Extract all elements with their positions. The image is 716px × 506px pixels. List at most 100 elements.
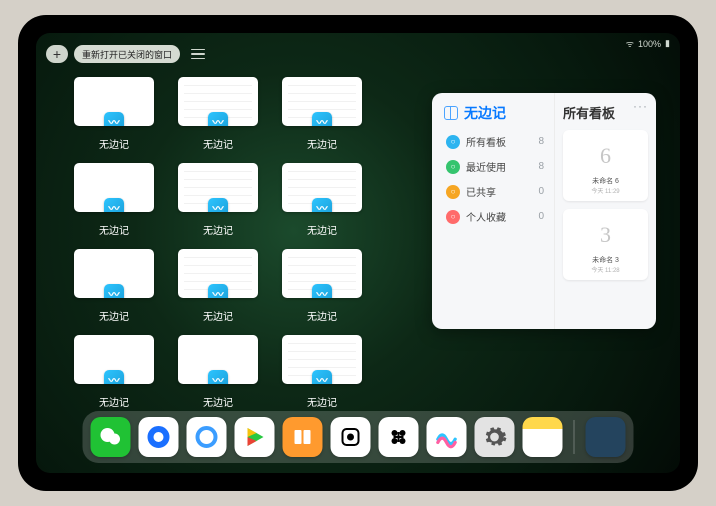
window-tile[interactable]: 〰无边记 bbox=[176, 163, 260, 237]
window-tile[interactable]: 〰无边记 bbox=[72, 77, 156, 151]
sidebar-item[interactable]: ○ 最近使用 8 bbox=[444, 154, 546, 179]
window-thumbnail: 〰 bbox=[178, 163, 258, 212]
freeform-app-badge-icon: 〰 bbox=[104, 198, 124, 212]
category-icon: ○ bbox=[446, 185, 460, 199]
freeform-app-badge-icon: 〰 bbox=[208, 370, 228, 384]
window-thumbnail: 〰 bbox=[178, 249, 258, 298]
window-tile[interactable]: 〰无边记 bbox=[280, 335, 364, 409]
reopen-label: 重新打开已关闭的窗口 bbox=[82, 48, 172, 61]
tencent-video-icon[interactable] bbox=[187, 417, 227, 457]
window-thumbnail: 〰 bbox=[74, 335, 154, 384]
window-thumbnail: 〰 bbox=[282, 335, 362, 384]
sidebar-item[interactable]: ○ 个人收藏 0 bbox=[444, 204, 546, 229]
window-tile[interactable]: 〰无边记 bbox=[280, 249, 364, 323]
window-thumbnail: 〰 bbox=[282, 163, 362, 212]
ipad-device-frame: ᯤ 100% ▮ + 重新打开已关闭的窗口 〰无边记〰无边记〰无边记〰无边记〰无… bbox=[18, 15, 698, 491]
window-tile[interactable]: 〰无边记 bbox=[72, 335, 156, 409]
connect-icon[interactable] bbox=[379, 417, 419, 457]
freeform-icon[interactable] bbox=[427, 417, 467, 457]
battery-percent: 100% bbox=[638, 39, 661, 49]
new-window-button[interactable]: + bbox=[46, 45, 68, 63]
wifi-icon: ᯤ bbox=[626, 37, 634, 50]
window-label: 无边记 bbox=[307, 222, 337, 237]
sidebar-item[interactable]: ○ 已共享 0 bbox=[444, 179, 546, 204]
freeform-app-badge-icon: 〰 bbox=[104, 370, 124, 384]
freeform-board-list: 所有看板 6未命名 6今天 11:293未命名 3今天 11:28 bbox=[555, 93, 656, 329]
freeform-app-badge-icon: 〰 bbox=[208, 284, 228, 298]
window-tile[interactable]: 〰无边记 bbox=[280, 163, 364, 237]
window-thumbnail: 〰 bbox=[178, 77, 258, 126]
board-meta: 未命名 3今天 11:28 bbox=[591, 255, 619, 274]
window-label: 无边记 bbox=[99, 222, 129, 237]
freeform-app-badge-icon: 〰 bbox=[312, 198, 332, 212]
notes-icon[interactable] bbox=[523, 417, 563, 457]
freeform-app-badge-icon: 〰 bbox=[208, 198, 228, 212]
window-tile[interactable]: 〰无边记 bbox=[176, 335, 260, 409]
window-tile[interactable]: 〰无边记 bbox=[72, 163, 156, 237]
quark-browser-icon[interactable] bbox=[139, 417, 179, 457]
window-tile[interactable]: 〰无边记 bbox=[280, 77, 364, 151]
freeform-app-badge-icon: 〰 bbox=[312, 370, 332, 384]
wechat-icon[interactable] bbox=[91, 417, 131, 457]
window-label: 无边记 bbox=[99, 394, 129, 409]
dice-icon[interactable] bbox=[331, 417, 371, 457]
app-switcher-grid: 〰无边记〰无边记〰无边记〰无边记〰无边记〰无边记〰无边记〰无边记〰无边记〰无边记… bbox=[72, 77, 364, 409]
window-label: 无边记 bbox=[203, 308, 233, 323]
freeform-app-badge-icon: 〰 bbox=[104, 284, 124, 298]
settings-icon[interactable] bbox=[475, 417, 515, 457]
sidebar-item-count: 0 bbox=[538, 186, 544, 197]
books-icon[interactable] bbox=[283, 417, 323, 457]
window-label: 无边记 bbox=[203, 222, 233, 237]
freeform-app-badge-icon: 〰 bbox=[208, 112, 228, 126]
menu-icon[interactable] bbox=[188, 46, 208, 62]
window-thumbnail: 〰 bbox=[282, 77, 362, 126]
window-label: 无边记 bbox=[307, 394, 337, 409]
sidebar-item-label: 最近使用 bbox=[466, 159, 506, 174]
play-store-icon[interactable] bbox=[235, 417, 275, 457]
sidebar-item-count: 8 bbox=[538, 161, 544, 172]
category-icon: ○ bbox=[446, 210, 460, 224]
window-thumbnail: 〰 bbox=[178, 335, 258, 384]
window-thumbnail: 〰 bbox=[74, 163, 154, 212]
category-icon: ○ bbox=[446, 135, 460, 149]
window-tile[interactable]: 〰无边记 bbox=[72, 249, 156, 323]
freeform-app-badge-icon: 〰 bbox=[104, 112, 124, 126]
window-thumbnail: 〰 bbox=[74, 249, 154, 298]
window-label: 无边记 bbox=[203, 136, 233, 151]
sidebar-item-label: 已共享 bbox=[466, 184, 496, 199]
board-meta: 未命名 6今天 11:29 bbox=[591, 176, 619, 195]
freeform-popover: ··· 无边记 ○所有看板8○最近使用8○已共享0○个人收藏0 所有看板 6未命… bbox=[432, 93, 656, 329]
freeform-title: 无边记 bbox=[464, 103, 506, 123]
window-label: 无边记 bbox=[203, 394, 233, 409]
board-thumbnail: 6 bbox=[582, 136, 630, 176]
sidebar-item[interactable]: ○所有看板8 bbox=[444, 129, 546, 154]
plus-icon: + bbox=[53, 47, 61, 61]
sidebar-item-count: 8 bbox=[538, 136, 544, 147]
top-controls: + 重新打开已关闭的窗口 bbox=[46, 45, 208, 63]
status-bar: ᯤ 100% ▮ bbox=[626, 37, 670, 50]
window-label: 无边记 bbox=[307, 136, 337, 151]
sidebar-item-label: 个人收藏 bbox=[466, 209, 506, 224]
screen: ᯤ 100% ▮ + 重新打开已关闭的窗口 〰无边记〰无边记〰无边记〰无边记〰无… bbox=[36, 33, 680, 473]
freeform-app-badge-icon: 〰 bbox=[312, 284, 332, 298]
freeform-app-badge-icon: 〰 bbox=[312, 112, 332, 126]
board-card[interactable]: 3未命名 3今天 11:28 bbox=[563, 209, 648, 280]
window-thumbnail: 〰 bbox=[282, 249, 362, 298]
more-icon[interactable]: ··· bbox=[633, 99, 648, 113]
dock bbox=[83, 411, 634, 463]
window-label: 无边记 bbox=[99, 308, 129, 323]
category-icon: ○ bbox=[446, 160, 460, 174]
dock-separator bbox=[574, 420, 575, 454]
sidebar-item-count: 0 bbox=[538, 211, 544, 222]
window-label: 无边记 bbox=[307, 308, 337, 323]
window-label: 无边记 bbox=[99, 136, 129, 151]
recent-apps-icon[interactable] bbox=[586, 417, 626, 457]
window-tile[interactable]: 〰无边记 bbox=[176, 249, 260, 323]
freeform-sidebar: 无边记 ○所有看板8○最近使用8○已共享0○个人收藏0 bbox=[432, 93, 555, 329]
window-tile[interactable]: 〰无边记 bbox=[176, 77, 260, 151]
battery-icon: ▮ bbox=[665, 38, 670, 49]
window-thumbnail: 〰 bbox=[74, 77, 154, 126]
board-card[interactable]: 6未命名 6今天 11:29 bbox=[563, 130, 648, 201]
reopen-closed-window-button[interactable]: 重新打开已关闭的窗口 bbox=[74, 45, 180, 63]
sidebar-icon bbox=[444, 106, 458, 120]
